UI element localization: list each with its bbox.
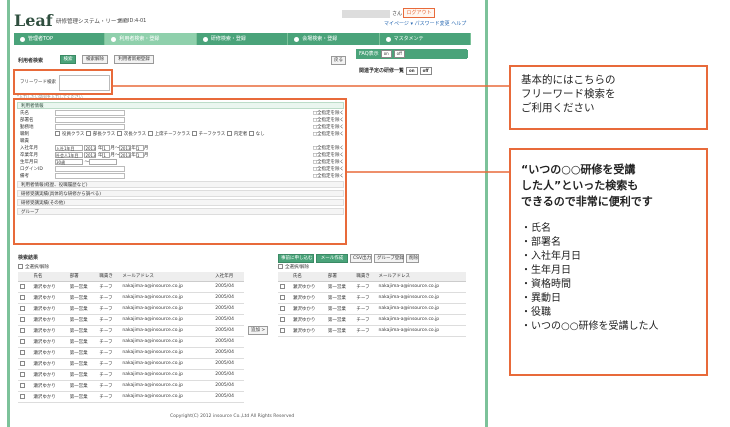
- callout-detail-search: “いつの○○研修を受講 した人”といった検索も できるので非常に便利です ・氏名 ・部…: [509, 148, 708, 376]
- callout-freeword: 基本的にはこちらの フリーワード検索を ご利用ください: [509, 65, 708, 130]
